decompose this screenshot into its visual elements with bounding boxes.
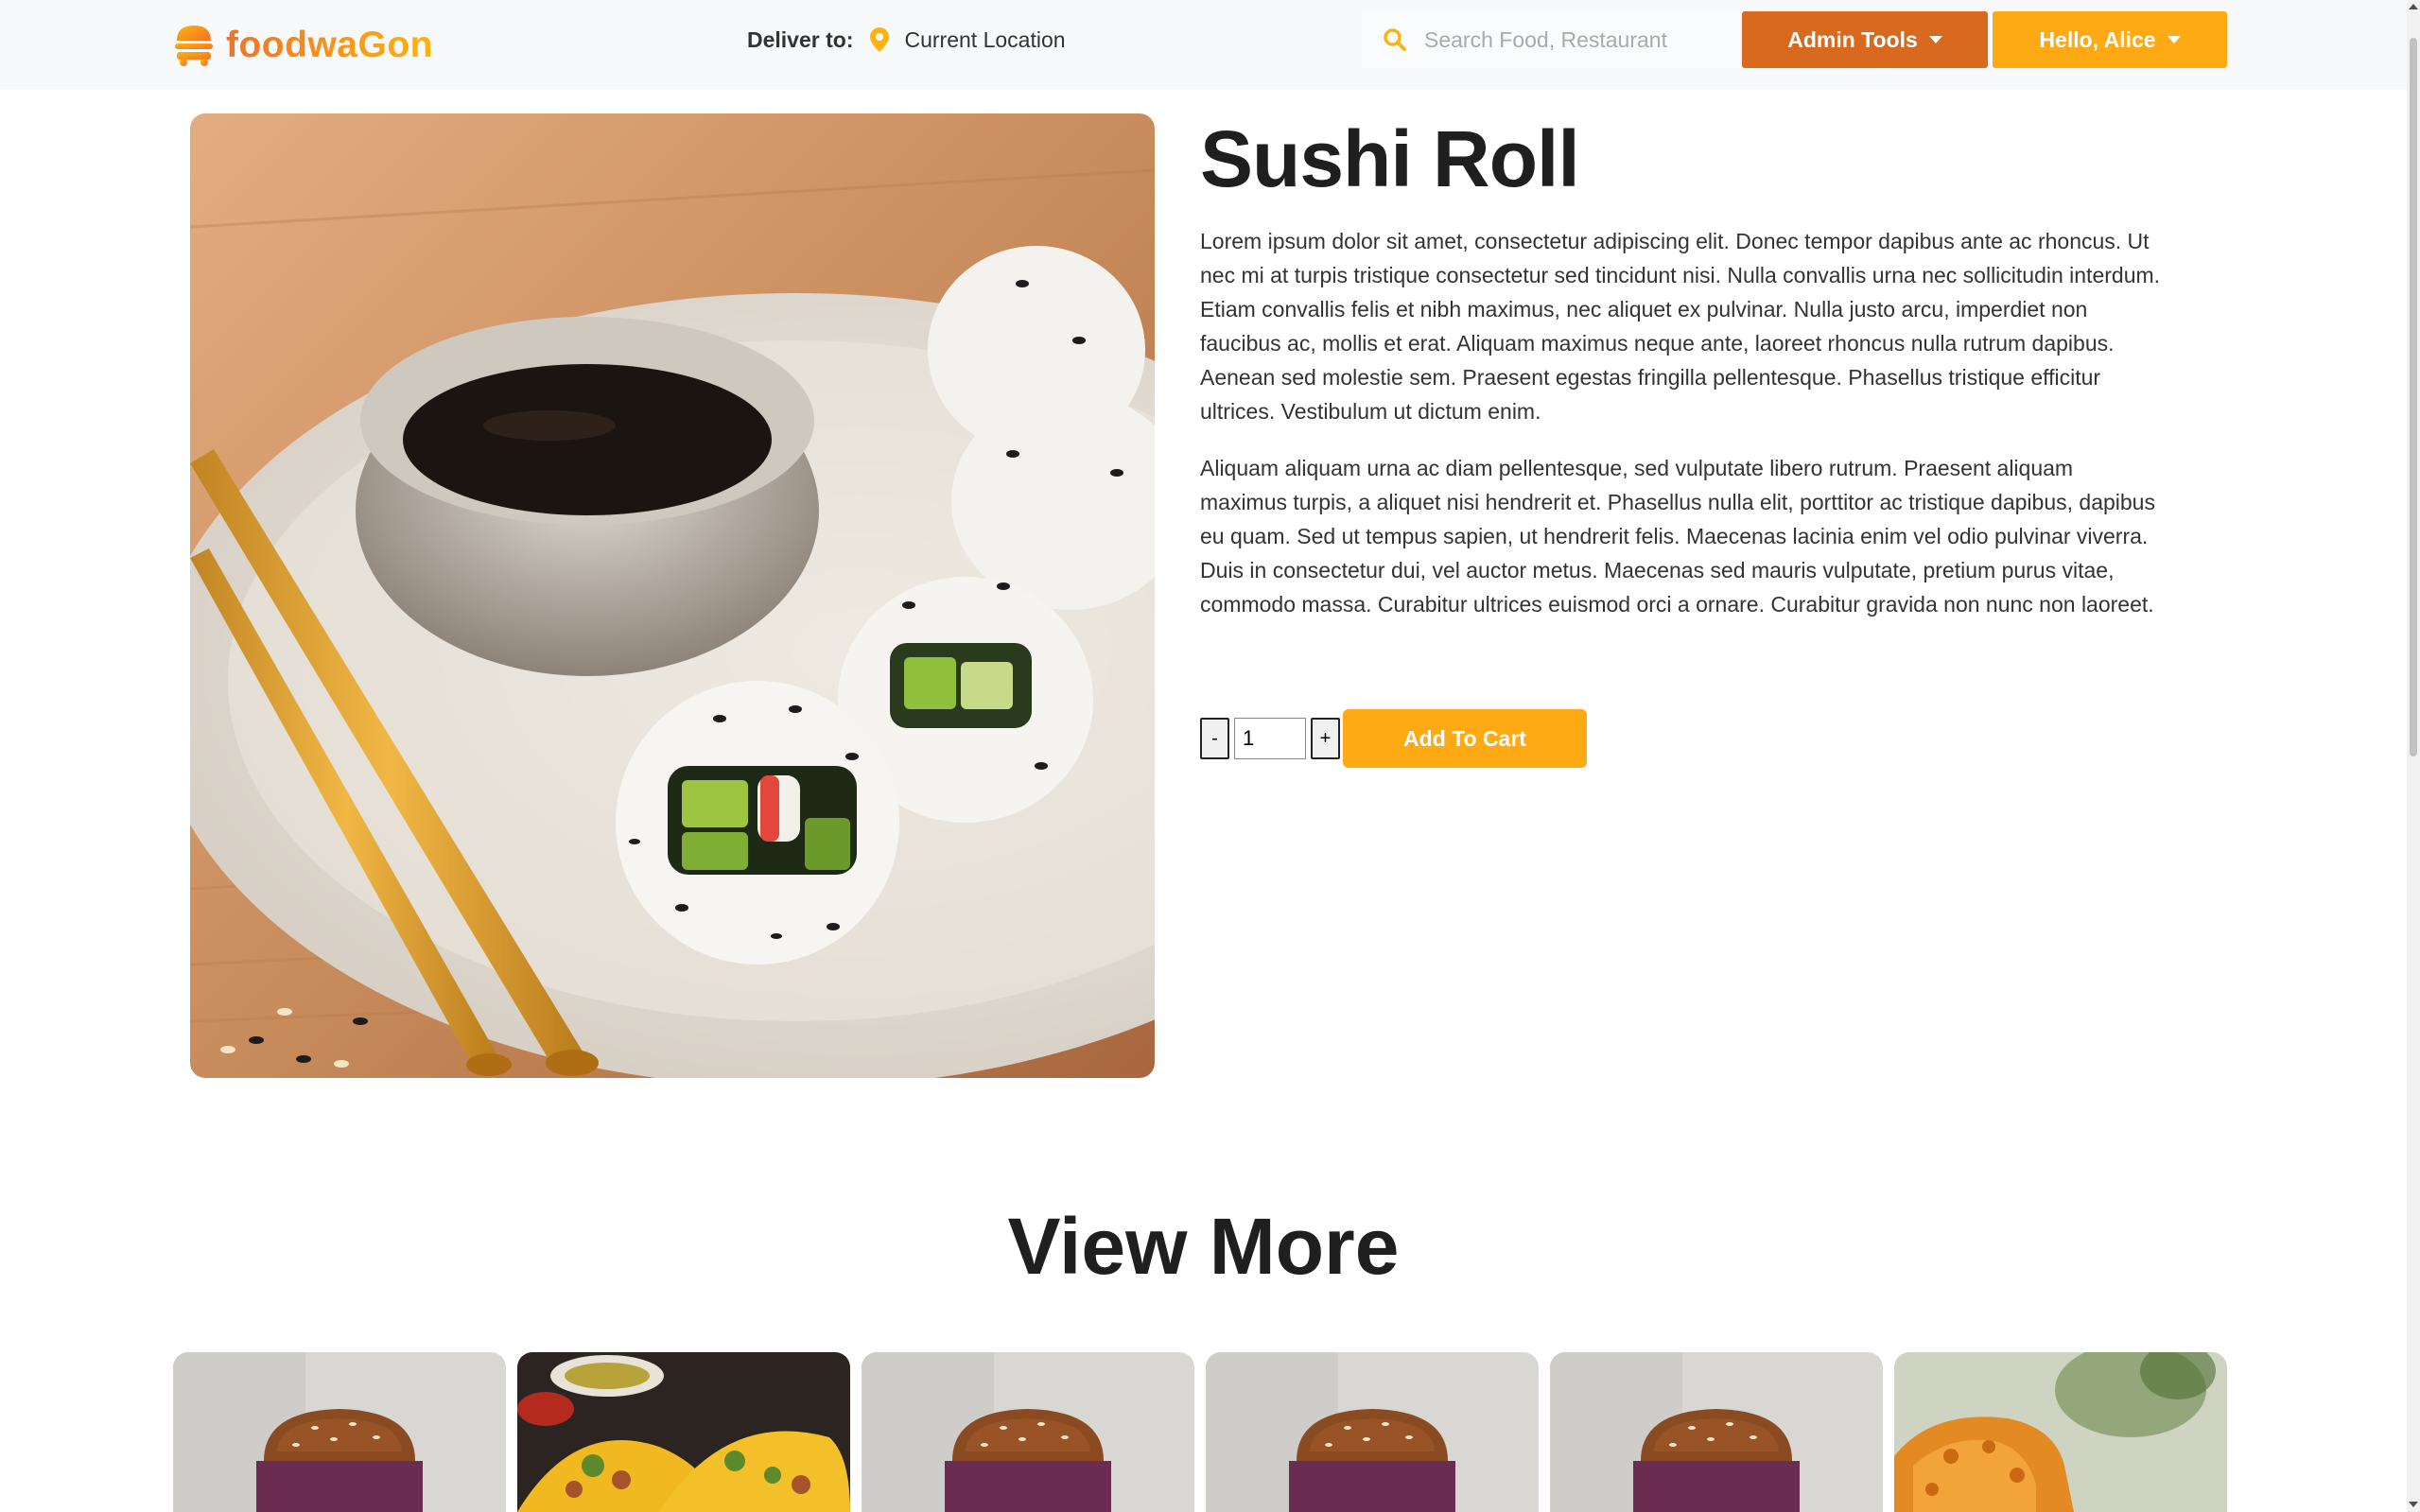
- top-navbar: foodwaGon Deliver to: Current Location A…: [0, 0, 2407, 90]
- burger-image: [1206, 1352, 1539, 1512]
- scroll-up-arrow-icon[interactable]: [2409, 4, 2418, 9]
- scroll-down-arrow-icon[interactable]: [2409, 1502, 2418, 1507]
- caret-down-icon: [2167, 36, 2181, 43]
- view-more-card[interactable]: [1550, 1352, 1883, 1512]
- decrease-quantity-button[interactable]: -: [1200, 718, 1229, 759]
- page-scrollbar[interactable]: [2407, 0, 2420, 1512]
- deliver-location[interactable]: Deliver to: Current Location: [747, 25, 1066, 55]
- view-more-card[interactable]: [1894, 1352, 2227, 1512]
- caret-down-icon: [1928, 36, 1942, 43]
- logo-text: foodwaGon: [226, 25, 433, 65]
- view-more-card[interactable]: [517, 1352, 850, 1512]
- user-menu-dropdown[interactable]: Hello, Alice: [1993, 11, 2227, 68]
- view-more-card[interactable]: [1206, 1352, 1539, 1512]
- view-more-card[interactable]: [173, 1352, 506, 1512]
- search-box[interactable]: [1362, 11, 1740, 68]
- deliver-label: Deliver to:: [747, 26, 854, 52]
- search-input[interactable]: [1424, 26, 1727, 53]
- admin-tools-label: Admin Tools: [1787, 26, 1918, 52]
- quantity-stepper: - + Add To Cart: [1200, 709, 1587, 768]
- logo[interactable]: foodwaGon: [173, 23, 433, 68]
- deliver-value: Current Location: [904, 26, 1066, 52]
- view-more-heading: View More: [1007, 1202, 1400, 1291]
- search-icon: [1383, 27, 1407, 52]
- product-description-2: Aliquam aliquam urna ac diam pellentesqu…: [1200, 456, 2155, 617]
- view-more-card[interactable]: [862, 1352, 1194, 1512]
- scrollbar-thumb[interactable]: [2410, 38, 2417, 756]
- burger-image: [862, 1352, 1194, 1512]
- tacos-image: [517, 1352, 850, 1512]
- product-image: [190, 113, 1155, 1078]
- logo-icon: [175, 26, 213, 66]
- burger-image: [173, 1352, 506, 1512]
- admin-tools-dropdown[interactable]: Admin Tools: [1742, 11, 1988, 68]
- user-menu-label: Hello, Alice: [2039, 26, 2156, 52]
- fried-chicken-image: [1894, 1352, 2227, 1512]
- product-title: Sushi Roll: [1200, 114, 1580, 203]
- quantity-input[interactable]: [1234, 718, 1306, 759]
- location-pin-icon: [870, 27, 890, 52]
- burger-image: [1550, 1352, 1883, 1512]
- increase-quantity-button[interactable]: +: [1311, 718, 1340, 759]
- product-description-1: Lorem ipsum dolor sit amet, consectetur …: [1200, 229, 2161, 424]
- add-to-cart-button[interactable]: Add To Cart: [1343, 709, 1587, 768]
